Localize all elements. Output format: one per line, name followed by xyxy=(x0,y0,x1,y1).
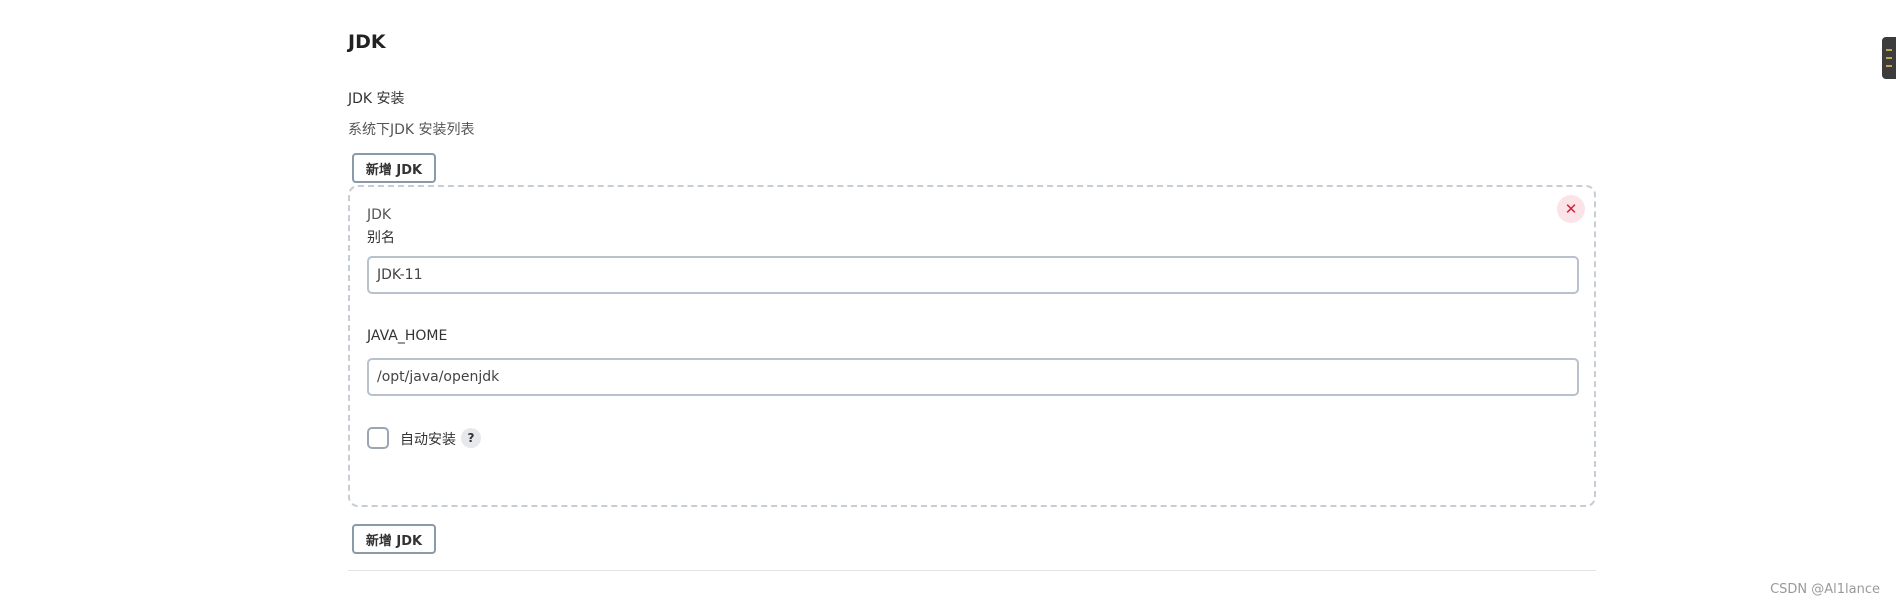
auto-install-checkbox[interactable] xyxy=(367,427,389,449)
help-icon[interactable]: ? xyxy=(461,428,481,448)
jdk-installations-description: 系统下JDK 安装列表 xyxy=(348,122,475,138)
card-title: JDK xyxy=(367,207,392,223)
alias-input[interactable]: JDK-11 xyxy=(367,256,1579,294)
alias-label: 别名 xyxy=(367,230,395,246)
handle-mark xyxy=(1886,65,1892,67)
section-title: JDK xyxy=(348,31,386,53)
handle-mark xyxy=(1886,49,1892,51)
auto-install-label: 自动安装 xyxy=(400,432,456,448)
java-home-input[interactable]: /opt/java/openjdk xyxy=(367,358,1579,396)
watermark: CSDN @Al1lance xyxy=(1770,582,1880,597)
handle-mark xyxy=(1886,57,1892,59)
add-jdk-button-bottom[interactable]: 新增 JDK xyxy=(352,524,436,554)
side-panel-handle-icon[interactable] xyxy=(1882,37,1896,79)
close-icon[interactable]: ✕ xyxy=(1557,195,1585,223)
add-jdk-button-top[interactable]: 新增 JDK xyxy=(352,153,436,183)
java-home-label: JAVA_HOME xyxy=(367,328,448,344)
jdk-installations-label: JDK 安装 xyxy=(348,91,405,107)
jdk-section: JDK JDK 安装 系统下JDK 安装列表 新增 JDK JDK ✕ 别名 J… xyxy=(348,0,1596,605)
section-divider xyxy=(348,570,1596,571)
jdk-installation-card: JDK ✕ 别名 JDK-11 JAVA_HOME /opt/java/open… xyxy=(348,185,1596,507)
